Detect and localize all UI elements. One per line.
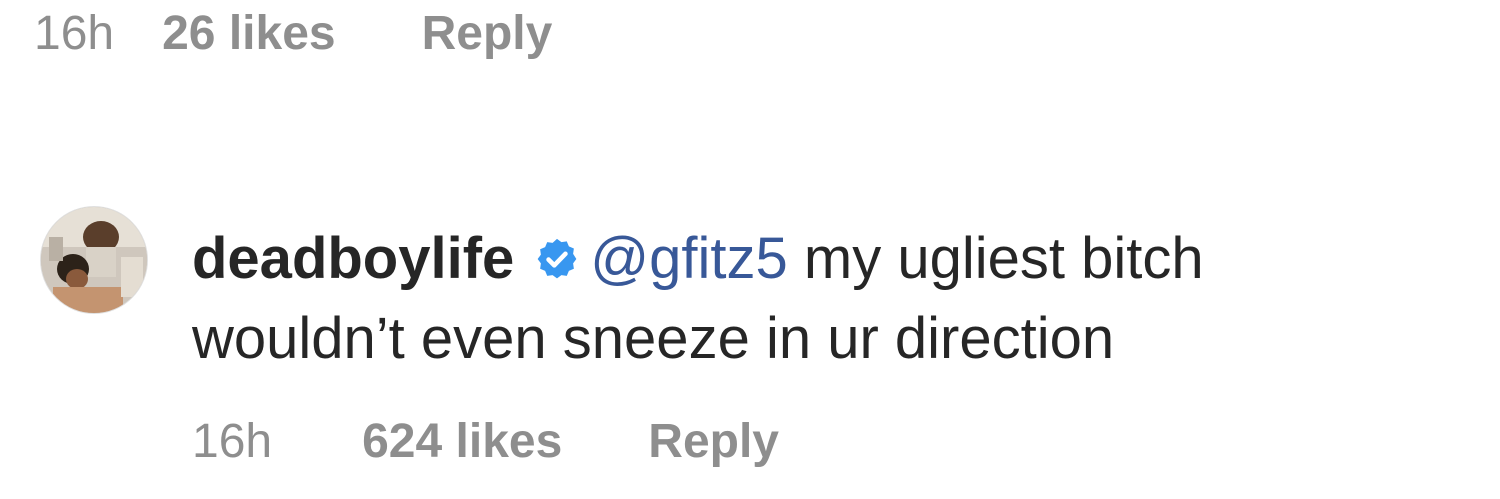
comment-username[interactable]: deadboylife	[192, 226, 514, 291]
verified-badge-icon	[534, 223, 580, 279]
comment-text-line1: my ugliest bitch	[787, 226, 1204, 291]
avatar-photo	[41, 207, 147, 313]
reply-button[interactable]: Reply	[648, 418, 779, 466]
previous-comment-meta: 16h 26 likes Reply	[34, 10, 552, 58]
mention-link[interactable]: @gfitz5	[590, 226, 788, 291]
comment-text-line2: wouldn’t even sneeze in ur direction	[192, 306, 1115, 371]
likes-count[interactable]: 26 likes	[162, 10, 335, 58]
comment-timestamp: 16h	[34, 7, 115, 60]
reply-button[interactable]: Reply	[422, 10, 553, 58]
avatar[interactable]	[40, 206, 148, 314]
comment-timestamp: 16h	[192, 415, 273, 468]
likes-count[interactable]: 624 likes	[362, 418, 562, 466]
comment-meta: 16h 624 likes Reply	[192, 418, 779, 466]
comment-text: deadboylife @gfitz5 my ugliest bitch woul…	[192, 219, 1482, 379]
